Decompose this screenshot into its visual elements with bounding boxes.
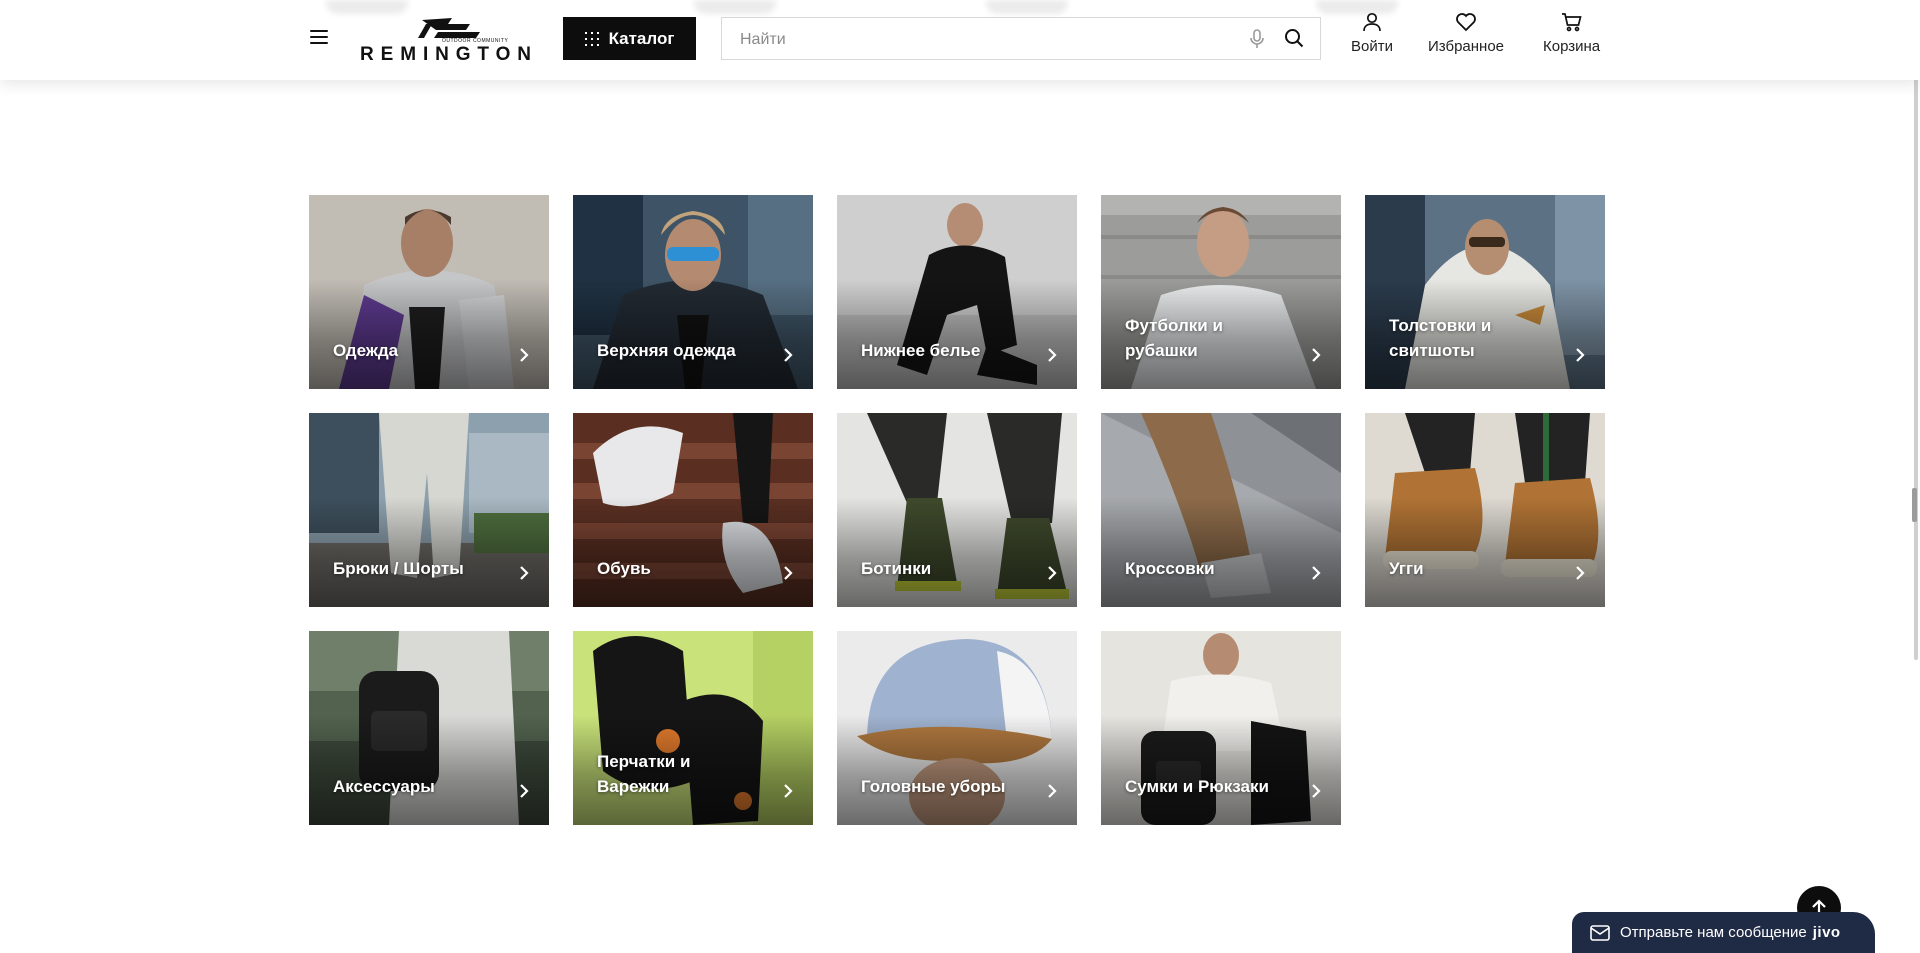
category-label: Обувь [597, 559, 651, 578]
favorites-button[interactable]: Избранное [1428, 12, 1504, 55]
category-tile-boots[interactable]: Ботинки [837, 413, 1077, 607]
logo-text: REMINGTON [360, 44, 532, 64]
chat-label: Отправьте нам сообщение [1620, 924, 1807, 941]
catalog-button[interactable]: Каталог [563, 17, 696, 60]
search-box [721, 17, 1321, 61]
category-label: Нижнее белье [861, 341, 981, 360]
category-tile-footwear[interactable]: Обувь [573, 413, 813, 607]
category-tile-outerwear[interactable]: Верхняя одежда [573, 195, 813, 389]
category-tile-hoodies[interactable]: Толстовки и свитшоты [1365, 195, 1605, 389]
cart-button[interactable]: Корзина [1543, 12, 1600, 55]
login-button[interactable]: Войти [1351, 12, 1393, 55]
category-label: Ботинки [861, 559, 932, 578]
chevron-right-icon [784, 566, 793, 580]
category-label: Толстовки и свитшоты [1389, 316, 1492, 360]
category-tile-bags[interactable]: Сумки и Рюкзаки [1101, 631, 1341, 825]
heart-icon [1456, 13, 1476, 32]
chevron-right-icon [784, 784, 793, 798]
category-tile-pants[interactable]: Брюки / Шорты [309, 413, 549, 607]
ghost-shape [694, 0, 776, 14]
chevron-right-icon [1576, 566, 1585, 580]
chevron-right-icon [520, 566, 529, 580]
chevron-right-icon [520, 348, 529, 362]
chevron-right-icon [1048, 784, 1057, 798]
category-tile-uggs[interactable]: Угги [1365, 413, 1605, 607]
chevron-right-icon [1576, 348, 1585, 362]
cart-label: Корзина [1543, 38, 1601, 55]
category-label: Футболки и рубашки [1125, 316, 1223, 360]
category-tile-sneakers[interactable]: Кроссовки [1101, 413, 1341, 607]
chevron-right-icon [1048, 566, 1057, 580]
catalog-label: Каталог [608, 28, 675, 48]
category-label: Аксессуары [333, 777, 435, 796]
grid-icon [584, 31, 599, 46]
scrollbar-thumb[interactable] [1912, 488, 1917, 522]
category-label: Кроссовки [1125, 559, 1215, 578]
scrollbar[interactable] [1914, 4, 1918, 660]
mail-icon [1590, 924, 1610, 941]
ghost-shape [986, 0, 1068, 14]
chevron-right-icon [1312, 784, 1321, 798]
chat-widget[interactable]: Отправьте нам сообщение jivo [1572, 912, 1875, 953]
search-icon[interactable] [1284, 28, 1304, 53]
category-label: Брюки / Шорты [333, 559, 464, 578]
category-tile-accessories[interactable]: Аксессуары [309, 631, 549, 825]
category-tile-gloves[interactable]: Перчатки и Варежки [573, 631, 813, 825]
ghost-shape [326, 0, 408, 14]
category-label: Головные уборы [861, 777, 1006, 796]
category-label: Одежда [333, 341, 399, 360]
login-label: Войти [1351, 38, 1393, 55]
chevron-right-icon [1312, 348, 1321, 362]
chevron-right-icon [1048, 348, 1057, 362]
category-tile-headwear[interactable]: Головные уборы [837, 631, 1077, 825]
category-tile-underwear[interactable]: Нижнее белье [837, 195, 1077, 389]
category-label: Перчатки и Варежки [597, 752, 691, 796]
chevron-right-icon [1312, 566, 1321, 580]
category-label: Верхняя одежда [597, 341, 736, 360]
microphone-icon[interactable] [1250, 29, 1264, 54]
category-label: Угги [1389, 559, 1424, 578]
search-input[interactable] [738, 18, 1222, 61]
favorites-label: Избранное [1428, 38, 1505, 55]
chevron-right-icon [520, 784, 529, 798]
category-tile-shirts[interactable]: Футболки и рубашки [1101, 195, 1341, 389]
category-tile-clothing[interactable]: Одежда [309, 195, 549, 389]
logo[interactable]: OUTDOOR COMMUNITY REMINGTON [360, 16, 532, 65]
menu-icon[interactable] [310, 30, 328, 44]
category-label: Сумки и Рюкзаки [1125, 777, 1269, 796]
user-icon [1363, 12, 1381, 32]
chevron-right-icon [784, 348, 793, 362]
site-header: OUTDOOR COMMUNITY REMINGTON Каталог Войт… [0, 0, 1920, 80]
cart-icon [1561, 13, 1582, 32]
chat-brand: jivo [1812, 924, 1841, 941]
